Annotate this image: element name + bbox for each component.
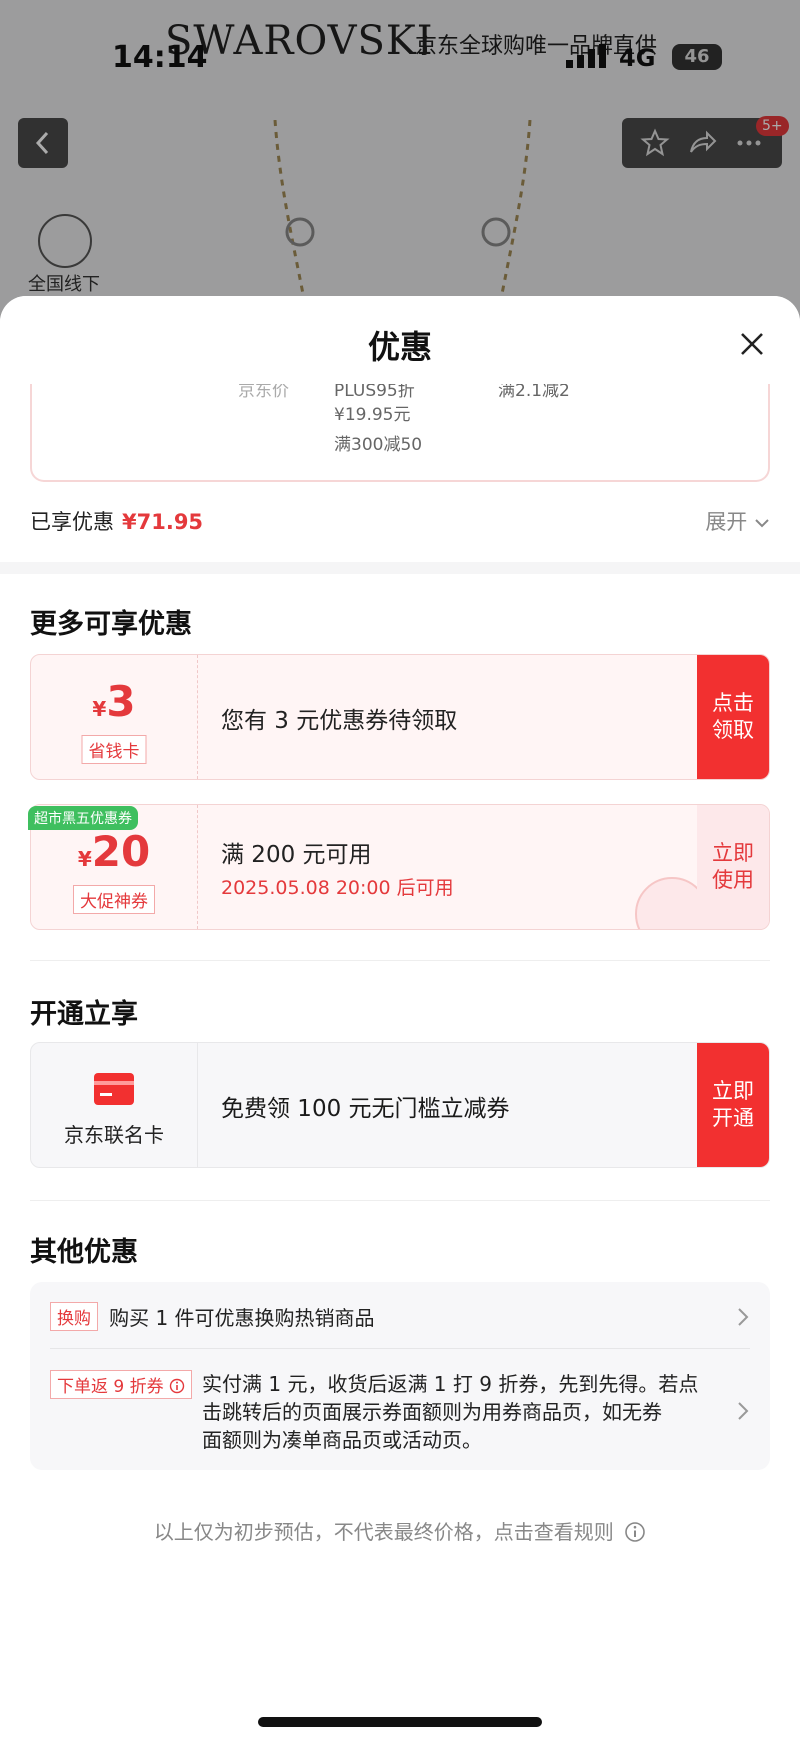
divider [30, 960, 770, 961]
divider [50, 1348, 750, 1349]
info-icon[interactable] [624, 1521, 646, 1543]
card-message: 免费领 100 元无门槛立减券 [221, 1096, 510, 1122]
chevron-right-icon [738, 1402, 749, 1420]
offer-tag: 换购 [50, 1302, 98, 1331]
cobrand-card-offer[interactable]: 京东联名卡 免费领 100 元无门槛立减券 立即 开通 [30, 1042, 770, 1168]
card-name: 京东联名卡 [64, 1123, 164, 1147]
full-reduce: 满300减50 [334, 435, 423, 455]
coupon-card-savings[interactable]: ¥3 省钱卡 您有 3 元优惠券待领取 点击 领取 [30, 654, 770, 780]
plus-discount-value: ¥19.95元 [334, 405, 411, 425]
footer-note[interactable]: 以上仅为初步预估，不代表最终价格，点击查看规则 [0, 1516, 800, 1545]
expand-label: 展开 [705, 510, 748, 534]
coupon-tag: 大促神券 [73, 885, 155, 914]
card-left: 京东联名卡 [31, 1043, 198, 1167]
list-item-exchange[interactable]: 换购 购买 1 件可优惠换购热销商品 [50, 1302, 750, 1332]
chevron-right-icon [738, 1308, 749, 1326]
section-title-more: 更多可享优惠 [30, 609, 192, 640]
expand-button[interactable]: 展开 [705, 506, 770, 536]
modal-backdrop[interactable] [0, 0, 800, 330]
chevron-down-icon [755, 519, 769, 528]
sheet-header: 优惠 [0, 296, 800, 384]
list-item-rebate[interactable]: 下单返 9 折券 实付满 1 元，收货后返满 1 打 9 折券，先到先得。若点击… [50, 1370, 750, 1460]
close-icon[interactable] [734, 326, 770, 362]
coupon-valid-time: 2025.05.08 20:00 后可用 [221, 877, 454, 899]
coupon-card-promo[interactable]: ¥20 大促神券 满 200 元可用 2025.05.08 20:00 后可用 … [30, 804, 770, 930]
info-icon[interactable] [169, 1378, 185, 1394]
other-offers-box: 换购 购买 1 件可优惠换购热销商品 下单返 9 折券 实付满 1 元，收货后返… [30, 1282, 770, 1470]
claim-button[interactable]: 点击 领取 [697, 655, 769, 779]
divider [30, 1200, 770, 1201]
use-button[interactable]: 立即 使用 [697, 805, 769, 929]
saved-summary: 已享优惠 ¥71.95 展开 [30, 506, 770, 536]
coupon-message: 满 200 元可用 [221, 842, 372, 868]
section-title-open: 开通立享 [30, 999, 138, 1030]
coupon-left: ¥3 省钱卡 [31, 655, 198, 779]
offer-text: 购买 1 件可优惠换购热销商品 [109, 1306, 375, 1330]
coupon-amount: ¥20 [77, 827, 151, 876]
section-title-other: 其他优惠 [30, 1237, 138, 1268]
home-indicator[interactable] [258, 1717, 542, 1727]
coupon-ribbon: 超市黑五优惠券 [28, 806, 138, 830]
sheet-title: 优惠 [367, 328, 432, 366]
rebate-tag-wrap: 下单返 9 折券 [50, 1370, 193, 1399]
saved-label: 已享优惠 [30, 510, 114, 534]
credit-card-icon [94, 1073, 134, 1105]
section-gap [0, 562, 800, 574]
coupon-message: 您有 3 元优惠券待领取 [221, 708, 458, 734]
offer-text: 实付满 1 元，收货后返满 1 打 9 折券，先到先得。若点 击跳转后的页面展示券… [202, 1372, 699, 1452]
open-card-button[interactable]: 立即 开通 [697, 1043, 769, 1167]
saved-amount: ¥71.95 [122, 510, 204, 534]
coupon-tag: 省钱卡 [81, 735, 147, 764]
coupon-amount: ¥3 [92, 677, 136, 726]
offer-tag: 下单返 9 折券 [50, 1370, 193, 1399]
